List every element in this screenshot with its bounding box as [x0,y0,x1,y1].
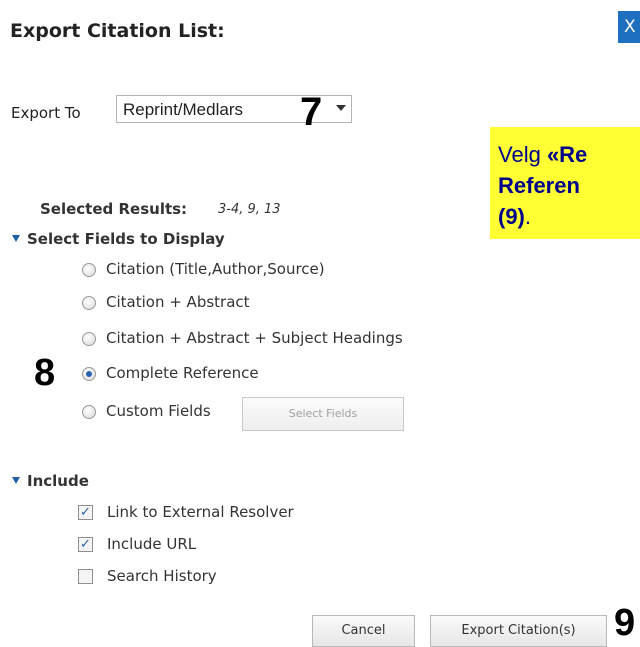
callout-line2-bold: Referen [498,173,580,198]
radio-citation-abstract-subjects[interactable] [82,332,96,346]
expand-triangle-icon [12,235,20,242]
checkbox-include-url[interactable]: ✓ [78,537,93,552]
radio-label-complete-reference: Complete Reference [106,364,259,382]
export-to-label: Export To [11,104,81,122]
close-button[interactable]: X [618,11,640,43]
instruction-callout: Velg «Re Referen (9). [490,127,640,239]
callout-line3-bold: (9) [498,204,525,229]
checkbox-label-include-url: Include URL [107,535,197,553]
radio-custom-fields[interactable] [82,405,96,419]
selected-results-value: 3-4, 9, 13 [218,202,281,217]
select-fields-button[interactable]: Select Fields [242,397,404,431]
dialog-title: Export Citation List: [10,20,225,42]
export-format-value: Reprint/Medlars [123,100,243,119]
fields-section-heading: Select Fields to Display [27,230,225,248]
callout-line3-suffix: . [524,204,532,229]
step-marker-7: 7 [300,90,323,134]
expand-triangle-icon [12,477,20,484]
selected-results-label: Selected Results: [40,200,188,218]
callout-line1-prefix: Velg [498,142,547,167]
checkbox-label-link-resolver: Link to External Resolver [107,503,294,521]
export-citations-button[interactable]: Export Citation(s) [430,615,607,647]
step-marker-9: 9 [614,602,636,644]
step-marker-8: 8 [34,352,56,394]
radio-label-citation: Citation (Title,Author,Source) [106,260,325,278]
radio-label-citation-abstract: Citation + Abstract [106,293,250,311]
chevron-down-icon [336,105,346,111]
radio-label-citation-abstract-subjects: Citation + Abstract + Subject Headings [106,329,403,347]
radio-label-custom-fields: Custom Fields [106,402,211,420]
checkbox-label-search-history: Search History [107,567,217,585]
radio-citation[interactable] [82,263,96,277]
radio-complete-reference[interactable] [82,367,96,381]
radio-citation-abstract[interactable] [82,296,96,310]
checkbox-link-resolver[interactable]: ✓ [78,505,93,520]
include-section-toggle[interactable]: Include [12,472,89,490]
fields-section-toggle[interactable]: Select Fields to Display [12,230,225,248]
callout-line1-bold: «Re [546,142,588,167]
cancel-button[interactable]: Cancel [312,615,415,647]
include-section-heading: Include [27,472,89,490]
checkbox-search-history[interactable] [78,569,93,584]
